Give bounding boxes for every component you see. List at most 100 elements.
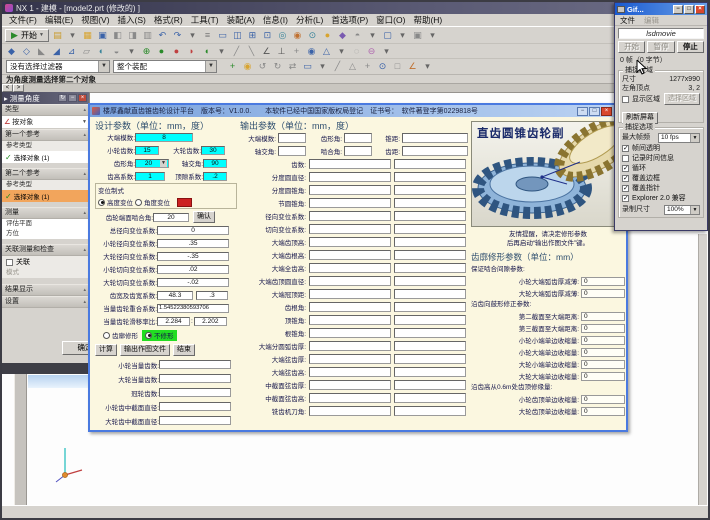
scroll-right-button[interactable]: > xyxy=(13,84,24,92)
open-file-icon[interactable]: ▦ xyxy=(81,29,94,42)
toolbar-icon[interactable]: + xyxy=(226,60,239,73)
toolbar-icon[interactable]: ╲ xyxy=(245,45,258,58)
toolbar-icon[interactable]: ▾ xyxy=(396,29,409,42)
addendum-coef-input[interactable]: 1 xyxy=(135,172,165,181)
output-field-pinion[interactable] xyxy=(309,224,391,234)
toolbar-icon[interactable]: ⊖ xyxy=(365,45,378,58)
design-field[interactable] xyxy=(159,374,231,383)
modification-input[interactable]: 0 xyxy=(581,324,625,333)
gear-teeth-input[interactable]: 30 xyxy=(201,146,225,155)
pressure-angle-combo[interactable]: 20▼ xyxy=(135,159,169,168)
output-field-gear[interactable] xyxy=(394,159,466,169)
toolbar-icon[interactable]: ⊕ xyxy=(140,45,153,58)
toolbar-icon[interactable]: △ xyxy=(320,45,333,58)
section-second-reference[interactable]: 第二个参考 xyxy=(2,168,89,180)
output-field-pinion[interactable] xyxy=(309,172,391,182)
output-field-gear[interactable] xyxy=(394,276,466,286)
pinion-teeth-input[interactable]: 15 xyxy=(135,146,159,155)
section-measurement[interactable]: 测量 xyxy=(2,207,89,219)
menu-item[interactable]: 窗口(O) xyxy=(372,14,409,26)
maximize-icon[interactable]: □ xyxy=(589,107,600,116)
toolbar-icon[interactable]: ◉ xyxy=(305,45,318,58)
design-field[interactable] xyxy=(159,388,231,397)
design-field[interactable] xyxy=(159,402,231,411)
output-field-pinion[interactable] xyxy=(309,302,391,312)
toolbar-icon[interactable]: ◨ xyxy=(126,29,139,42)
output-field-pinion[interactable] xyxy=(309,185,391,195)
toolbar-icon[interactable]: ▾ xyxy=(335,45,348,58)
modification-input[interactable]: 0 xyxy=(581,360,625,369)
no-mod-selected[interactable]: 不修形 xyxy=(142,330,177,341)
toolbar-icon[interactable]: ◢ xyxy=(50,45,63,58)
toolbar-icon[interactable]: ▾ xyxy=(380,45,393,58)
toolbar-icon[interactable]: ◫ xyxy=(231,29,244,42)
output-field-gear[interactable] xyxy=(394,250,466,260)
section-settings[interactable]: 设置 xyxy=(2,296,89,308)
checkbox-icon[interactable] xyxy=(6,259,13,266)
selection-scope-combo[interactable]: 整个装配 ▼ xyxy=(113,60,217,73)
toolbar-icon[interactable]: ◗ xyxy=(185,45,198,58)
toolbar-icon[interactable]: ⇄ xyxy=(286,60,299,73)
toolbar-icon[interactable]: ∠ xyxy=(260,45,273,58)
toolbar-icon[interactable]: ╱ xyxy=(331,60,344,73)
design-field[interactable]: -.02 xyxy=(157,278,229,287)
toolbar-icon[interactable]: ▾ xyxy=(186,29,199,42)
section-associative[interactable]: 关联测量和检查 xyxy=(2,244,89,256)
toolbar-icon[interactable]: ▣ xyxy=(411,29,424,42)
toolbar-icon[interactable]: □ xyxy=(391,60,404,73)
output-field-gear[interactable] xyxy=(394,393,466,403)
design-field[interactable]: .02 xyxy=(157,265,229,274)
toolbar-icon[interactable]: ≡ xyxy=(201,29,214,42)
output-field-gear[interactable] xyxy=(394,341,466,351)
toolbar-icon[interactable]: ▱ xyxy=(80,45,93,58)
end-button[interactable]: 结束 xyxy=(173,344,195,356)
output-field-pinion[interactable] xyxy=(309,289,391,299)
close-icon[interactable]: × xyxy=(78,94,87,102)
toolbar-icon[interactable]: ⊙ xyxy=(306,29,319,42)
maximize-icon[interactable]: □ xyxy=(684,5,694,14)
design-field[interactable] xyxy=(159,416,231,425)
slip-ratio-b-field[interactable]: 2.202 xyxy=(194,317,227,326)
toolbar-icon[interactable]: △ xyxy=(346,60,359,73)
redo-icon[interactable]: ↷ xyxy=(171,29,184,42)
show-region-checkbox[interactable] xyxy=(622,96,629,103)
output-field-pinion[interactable] xyxy=(309,367,391,377)
output-field-gear[interactable] xyxy=(394,354,466,364)
modification-input[interactable]: 0 xyxy=(581,312,625,321)
clearance-coef-input[interactable]: .2 xyxy=(203,172,227,181)
associative-checkbox[interactable]: 关联 xyxy=(2,256,89,268)
toolbar-icon[interactable]: ◣ xyxy=(35,45,48,58)
select-object-1[interactable]: ✓ 选择对象 (1) xyxy=(2,151,89,163)
output-field[interactable] xyxy=(278,133,306,143)
capture-name-field[interactable]: lsdmovie xyxy=(618,28,704,39)
output-field-pinion[interactable] xyxy=(309,250,391,260)
output-field[interactable] xyxy=(344,146,372,156)
chevron-down-icon[interactable]: ▼ xyxy=(205,61,216,72)
output-field-gear[interactable] xyxy=(394,302,466,312)
output-field-gear[interactable] xyxy=(394,380,466,390)
face-width-input[interactable]: 48.3 xyxy=(157,291,193,300)
select-region-button[interactable]: 选择区域 xyxy=(664,93,700,105)
measure-type-combo[interactable]: ∠ 按对象 ▼ xyxy=(2,116,89,129)
toolbar-icon[interactable]: ● xyxy=(170,45,183,58)
toolbar-icon[interactable]: ◐ xyxy=(95,45,108,58)
output-field-gear[interactable] xyxy=(394,237,466,247)
width-coef-input[interactable]: .3 xyxy=(196,291,228,300)
toolbar-icon[interactable]: ▾ xyxy=(316,60,329,73)
close-icon[interactable]: × xyxy=(601,107,612,116)
output-field-pinion[interactable] xyxy=(309,406,391,416)
output-field[interactable] xyxy=(402,133,468,143)
design-field[interactable]: .35 xyxy=(157,239,229,248)
toolbar-icon[interactable]: ▾ xyxy=(66,29,79,42)
toolbar-icon[interactable]: ▭ xyxy=(216,29,229,42)
toolbar-icon[interactable]: ● xyxy=(155,45,168,58)
mesh-angle-input[interactable]: 20 xyxy=(153,213,189,222)
menu-item-file[interactable]: 文件 xyxy=(620,15,635,26)
output-field-pinion[interactable] xyxy=(309,198,391,208)
orientation-label[interactable]: 方位 xyxy=(2,229,89,239)
output-field[interactable] xyxy=(402,146,468,156)
menu-item[interactable]: 工具(T) xyxy=(187,14,223,26)
design-field[interactable]: 0 xyxy=(157,226,229,235)
design-field[interactable]: -.35 xyxy=(157,252,229,261)
menu-item[interactable]: 视图(V) xyxy=(77,14,113,26)
